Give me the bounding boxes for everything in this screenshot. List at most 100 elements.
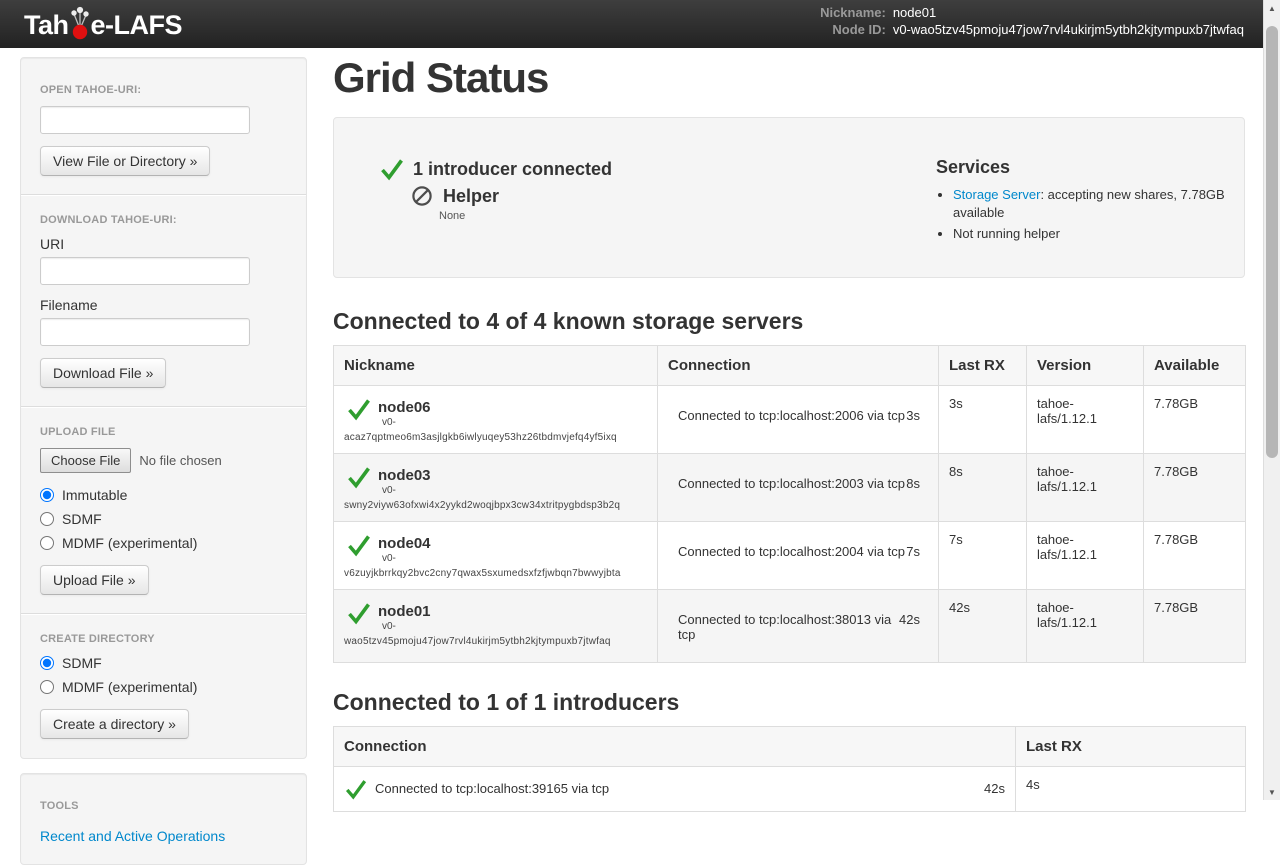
upload-file-button[interactable]: Upload File » bbox=[40, 565, 149, 595]
connection-text: Connected to tcp:localhost:2004 via tcp bbox=[678, 544, 905, 559]
vertical-scrollbar[interactable]: ▲ ▼ bbox=[1263, 0, 1280, 800]
radio-upload-mdmf[interactable]: MDMF (experimental) bbox=[40, 535, 287, 551]
version-cell: tahoe-lafs/1.12.1 bbox=[1027, 385, 1144, 453]
check-icon bbox=[346, 464, 372, 490]
radio-create-sdmf-label: SDMF bbox=[62, 655, 102, 671]
service-storage-item: Storage Server: accepting new shares, 7.… bbox=[953, 186, 1228, 222]
upload-format-radios: Immutable SDMF MDMF (experimental) bbox=[40, 487, 287, 551]
radio-create-sdmf[interactable]: SDMF bbox=[40, 655, 287, 671]
scrollbar-up-icon[interactable]: ▲ bbox=[1264, 0, 1280, 16]
node-id-hash: acaz7qptmeo6m3asjlgkb6iwlyuqey53hz26tbdm… bbox=[344, 432, 647, 443]
open-uri-heading: OPEN TAHOE-URI: bbox=[40, 84, 287, 96]
node-id-label: Node ID: bbox=[820, 23, 886, 37]
app-logo[interactable]: Tah e-LAFS bbox=[24, 7, 182, 43]
radio-create-mdmf[interactable]: MDMF (experimental) bbox=[40, 679, 287, 695]
check-icon bbox=[344, 777, 368, 801]
grid-summary-well: 1 introducer connected Helper None Servi… bbox=[333, 117, 1245, 278]
connection-cell: Connected to tcp:localhost:2004 via tcp … bbox=[658, 521, 939, 589]
node-id-prefix: v0- bbox=[382, 553, 647, 564]
col-connection: Connection bbox=[334, 726, 1016, 766]
radio-immutable-input[interactable] bbox=[40, 488, 54, 502]
connection-cell: Connected to tcp:localhost:38013 via tcp… bbox=[658, 589, 939, 662]
nickname-cell: node04 v0- v6zuyjkbrrkqy2bvc2cny7qwax5sx… bbox=[334, 521, 658, 589]
storage-servers-heading: Connected to 4 of 4 known storage server… bbox=[333, 308, 1245, 335]
col-available: Available bbox=[1144, 345, 1246, 385]
connection-cell: Connected to tcp:localhost:39165 via tcp… bbox=[334, 766, 1016, 811]
connection-text: Connected to tcp:localhost:2006 via tcp bbox=[678, 408, 905, 423]
version-cell: tahoe-lafs/1.12.1 bbox=[1027, 521, 1144, 589]
last-rx-cell: 7s bbox=[939, 521, 1027, 589]
sidebar: OPEN TAHOE-URI: View File or Directory »… bbox=[20, 57, 307, 865]
node-id-hash: swny2viyw63ofxwi4x2yykd2woqjbpx3cw34xtri… bbox=[344, 500, 647, 511]
storage-server-link[interactable]: Storage Server bbox=[953, 187, 1040, 202]
node-id-prefix: v0- bbox=[382, 417, 647, 428]
node-nickname: node03 bbox=[378, 464, 431, 484]
available-cell: 7.78GB bbox=[1144, 521, 1246, 589]
filename-input[interactable] bbox=[40, 318, 250, 346]
col-last-rx: Last RX bbox=[1016, 726, 1246, 766]
table-row: node01 v0- wao5tzv45pmoju47jow7rvl4ukirj… bbox=[334, 589, 1246, 662]
main-content: Grid Status 1 introducer connected Helpe… bbox=[333, 48, 1245, 812]
no-file-chosen-text: No file chosen bbox=[139, 453, 221, 468]
download-uri-heading: DOWNLOAD TAHOE-URI: bbox=[40, 214, 287, 226]
nickname-cell: node01 v0- wao5tzv45pmoju47jow7rvl4ukirj… bbox=[334, 589, 658, 662]
helper-value: None bbox=[439, 210, 936, 222]
table-row: node03 v0- swny2viyw63ofxwi4x2yykd2woqjb… bbox=[334, 453, 1246, 521]
open-uri-input[interactable] bbox=[40, 106, 250, 134]
node-nickname: node04 bbox=[378, 532, 431, 552]
nickname-cell: node03 v0- swny2viyw63ofxwi4x2yykd2woqjb… bbox=[334, 453, 658, 521]
radio-upload-sdmf[interactable]: SDMF bbox=[40, 511, 287, 527]
table-row: Connected to tcp:localhost:39165 via tcp… bbox=[334, 766, 1246, 811]
connection-text: Connected to tcp:localhost:39165 via tcp bbox=[375, 781, 609, 796]
filename-field-label: Filename bbox=[40, 297, 287, 313]
connection-cell: Connected to tcp:localhost:2006 via tcp … bbox=[658, 385, 939, 453]
radio-create-mdmf-input[interactable] bbox=[40, 680, 54, 694]
create-directory-button[interactable]: Create a directory » bbox=[40, 709, 189, 739]
connection-age: 42s bbox=[899, 612, 920, 642]
node-nickname: node01 bbox=[378, 600, 431, 620]
page-title: Grid Status bbox=[333, 54, 1245, 102]
logo-icon bbox=[68, 5, 92, 41]
radio-upload-sdmf-input[interactable] bbox=[40, 512, 54, 526]
create-dir-radios: SDMF MDMF (experimental) bbox=[40, 655, 287, 695]
node-nickname: node06 bbox=[378, 396, 431, 416]
connection-summary: 1 introducer connected Helper None bbox=[379, 156, 936, 247]
connection-cell: Connected to tcp:localhost:2003 via tcp … bbox=[658, 453, 939, 521]
connection-age: 42s bbox=[984, 781, 1005, 796]
scrollbar-down-icon[interactable]: ▼ bbox=[1264, 784, 1280, 800]
available-cell: 7.78GB bbox=[1144, 385, 1246, 453]
version-cell: tahoe-lafs/1.12.1 bbox=[1027, 589, 1144, 662]
connection-text: Connected to tcp:localhost:38013 via tcp bbox=[678, 612, 899, 642]
helper-label: Helper bbox=[443, 186, 499, 207]
radio-immutable[interactable]: Immutable bbox=[40, 487, 287, 503]
last-rx-cell: 42s bbox=[939, 589, 1027, 662]
storage-servers-table: Nickname Connection Last RX Version Avai… bbox=[333, 345, 1246, 663]
logo-text-pre: Tah bbox=[24, 10, 69, 41]
radio-create-sdmf-input[interactable] bbox=[40, 656, 54, 670]
service-helper-item: Not running helper bbox=[953, 225, 1228, 243]
table-row: node06 v0- acaz7qptmeo6m3asjlgkb6iwlyuqe… bbox=[334, 385, 1246, 453]
sidebar-divider bbox=[21, 613, 306, 615]
last-rx-cell: 8s bbox=[939, 453, 1027, 521]
tools-well: TOOLS Recent and Active Operations bbox=[20, 773, 307, 865]
choose-file-button[interactable]: Choose File bbox=[40, 448, 131, 473]
node-id-prefix: v0- bbox=[382, 485, 647, 496]
uri-input[interactable] bbox=[40, 257, 250, 285]
radio-upload-mdmf-label: MDMF (experimental) bbox=[62, 535, 197, 551]
scrollbar-thumb[interactable] bbox=[1266, 26, 1278, 458]
top-navbar: Tah e-LAFS Nickname: node01 Node ID: v0-… bbox=[0, 0, 1280, 48]
services-panel: Services Storage Server: accepting new s… bbox=[936, 156, 1228, 247]
radio-upload-mdmf-input[interactable] bbox=[40, 536, 54, 550]
sidebar-divider bbox=[21, 194, 306, 196]
check-icon bbox=[346, 532, 372, 558]
recent-operations-link[interactable]: Recent and Active Operations bbox=[40, 828, 225, 844]
nickname-value: node01 bbox=[893, 6, 1244, 20]
radio-create-mdmf-label: MDMF (experimental) bbox=[62, 679, 197, 695]
node-id-prefix: v0- bbox=[382, 621, 647, 632]
introducers-table: Connection Last RX Connected to tcp:loca… bbox=[333, 726, 1246, 812]
download-file-button[interactable]: Download File » bbox=[40, 358, 166, 388]
view-file-button[interactable]: View File or Directory » bbox=[40, 146, 210, 176]
available-cell: 7.78GB bbox=[1144, 453, 1246, 521]
tools-heading: TOOLS bbox=[40, 800, 287, 812]
col-connection: Connection bbox=[658, 345, 939, 385]
